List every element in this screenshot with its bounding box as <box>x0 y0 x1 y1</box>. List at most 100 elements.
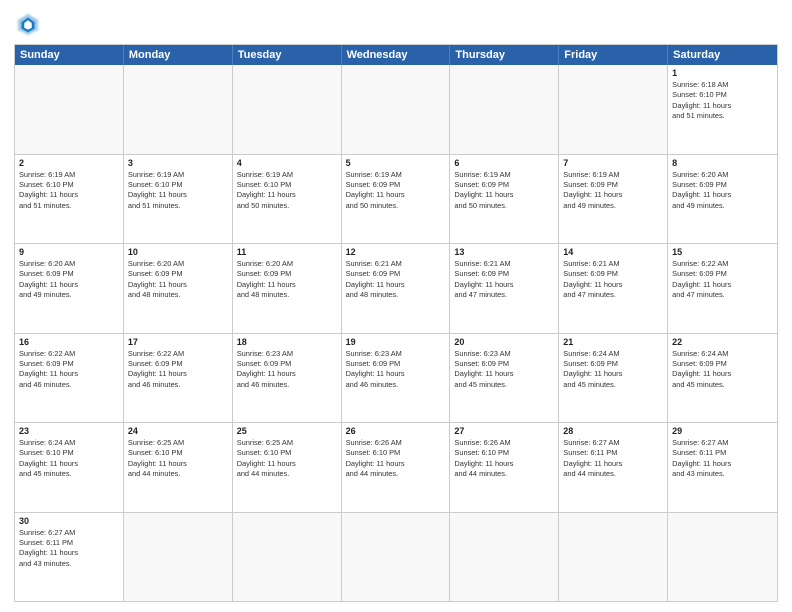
day-info: Sunrise: 6:19 AM Sunset: 6:10 PM Dayligh… <box>237 170 337 211</box>
calendar-cell: 9Sunrise: 6:20 AM Sunset: 6:09 PM Daylig… <box>15 244 124 333</box>
day-info: Sunrise: 6:20 AM Sunset: 6:09 PM Dayligh… <box>237 259 337 300</box>
day-info: Sunrise: 6:22 AM Sunset: 6:09 PM Dayligh… <box>672 259 773 300</box>
day-number: 3 <box>128 158 228 168</box>
calendar-cell: 17 Sunrise: 6:22 AM Sunset: 6:09 PM Dayli… <box>124 334 233 423</box>
calendar-cell: 11 Sunrise: 6:20 AM Sunset: 6:09 PM Dayli… <box>233 244 342 333</box>
weekday-header: Thursday <box>450 45 559 65</box>
day-number: 14 <box>563 247 663 257</box>
day-number: 18 <box>237 337 337 347</box>
day-number: 24 <box>128 426 228 436</box>
calendar-cell: 20Sunrise: 6:23 AM Sunset: 6:09 PM Dayli… <box>450 334 559 423</box>
calendar-cell: 15 Sunrise: 6:22 AM Sunset: 6:09 PM Dayli… <box>668 244 777 333</box>
day-info: Sunrise: 6:19 AM Sunset: 6:10 PM Dayligh… <box>128 170 228 211</box>
day-number: 20 <box>454 337 554 347</box>
calendar-cell <box>668 513 777 602</box>
weekday-header: Monday <box>124 45 233 65</box>
calendar-row: 16 Sunrise: 6:22 AM Sunset: 6:09 PM Dayli… <box>15 333 777 423</box>
calendar-cell: 18 Sunrise: 6:23 AM Sunset: 6:09 PM Dayli… <box>233 334 342 423</box>
calendar-cell: 10 Sunrise: 6:20 AM Sunset: 6:09 PM Dayli… <box>124 244 233 333</box>
day-number: 6 <box>454 158 554 168</box>
day-number: 7 <box>563 158 663 168</box>
weekday-header: Saturday <box>668 45 777 65</box>
day-info: Sunrise: 6:25 AM Sunset: 6:10 PM Dayligh… <box>128 438 228 479</box>
day-number: 30 <box>19 516 119 526</box>
calendar-cell <box>15 65 124 154</box>
day-number: 12 <box>346 247 446 257</box>
day-info: Sunrise: 6:23 AM Sunset: 6:09 PM Dayligh… <box>237 349 337 390</box>
calendar-cell: 3 Sunrise: 6:19 AM Sunset: 6:10 PM Daylig… <box>124 155 233 244</box>
calendar-cell: 27 Sunrise: 6:26 AM Sunset: 6:10 PM Dayli… <box>450 423 559 512</box>
day-number: 2 <box>19 158 119 168</box>
day-info: Sunrise: 6:21 AM Sunset: 6:09 PM Dayligh… <box>346 259 446 300</box>
day-number: 11 <box>237 247 337 257</box>
header <box>14 10 778 38</box>
day-info: Sunrise: 6:24 AM Sunset: 6:10 PM Dayligh… <box>19 438 119 479</box>
weekday-header: Friday <box>559 45 668 65</box>
day-info: Sunrise: 6:18 AM Sunset: 6:10 PM Dayligh… <box>672 80 773 121</box>
day-number: 13 <box>454 247 554 257</box>
day-number: 5 <box>346 158 446 168</box>
calendar-cell: 21 Sunrise: 6:24 AM Sunset: 6:09 PM Dayli… <box>559 334 668 423</box>
day-number: 27 <box>454 426 554 436</box>
calendar-cell: 13 Sunrise: 6:21 AM Sunset: 6:09 PM Dayli… <box>450 244 559 333</box>
day-info: Sunrise: 6:19 AM Sunset: 6:09 PM Dayligh… <box>563 170 663 211</box>
day-info: Sunrise: 6:27 AM Sunset: 6:11 PM Dayligh… <box>563 438 663 479</box>
day-number: 19 <box>346 337 446 347</box>
day-number: 4 <box>237 158 337 168</box>
calendar-cell: 25 Sunrise: 6:25 AM Sunset: 6:10 PM Dayli… <box>233 423 342 512</box>
day-number: 25 <box>237 426 337 436</box>
calendar-cell <box>342 65 451 154</box>
day-info: Sunrise: 6:20 AM Sunset: 6:09 PM Dayligh… <box>672 170 773 211</box>
calendar-cell: 16 Sunrise: 6:22 AM Sunset: 6:09 PM Dayli… <box>15 334 124 423</box>
calendar-cell <box>124 513 233 602</box>
day-number: 8 <box>672 158 773 168</box>
day-info: Sunrise: 6:19 AM Sunset: 6:10 PM Dayligh… <box>19 170 119 211</box>
calendar-cell: 22Sunrise: 6:24 AM Sunset: 6:09 PM Dayli… <box>668 334 777 423</box>
day-info: Sunrise: 6:22 AM Sunset: 6:09 PM Dayligh… <box>19 349 119 390</box>
day-number: 21 <box>563 337 663 347</box>
logo-icon <box>14 10 42 38</box>
calendar-cell: 29 Sunrise: 6:27 AM Sunset: 6:11 PM Dayli… <box>668 423 777 512</box>
day-number: 10 <box>128 247 228 257</box>
day-info: Sunrise: 6:22 AM Sunset: 6:09 PM Dayligh… <box>128 349 228 390</box>
calendar-cell: 23Sunrise: 6:24 AM Sunset: 6:10 PM Dayli… <box>15 423 124 512</box>
calendar-cell: 19 Sunrise: 6:23 AM Sunset: 6:09 PM Dayli… <box>342 334 451 423</box>
calendar-cell: 5 Sunrise: 6:19 AM Sunset: 6:09 PM Daylig… <box>342 155 451 244</box>
calendar-cell <box>559 65 668 154</box>
day-info: Sunrise: 6:24 AM Sunset: 6:09 PM Dayligh… <box>672 349 773 390</box>
day-number: 26 <box>346 426 446 436</box>
day-info: Sunrise: 6:26 AM Sunset: 6:10 PM Dayligh… <box>454 438 554 479</box>
calendar-cell: 8 Sunrise: 6:20 AM Sunset: 6:09 PM Daylig… <box>668 155 777 244</box>
calendar-cell: 26 Sunrise: 6:26 AM Sunset: 6:10 PM Dayli… <box>342 423 451 512</box>
day-info: Sunrise: 6:24 AM Sunset: 6:09 PM Dayligh… <box>563 349 663 390</box>
calendar-cell: 7 Sunrise: 6:19 AM Sunset: 6:09 PM Daylig… <box>559 155 668 244</box>
calendar-page: SundayMondayTuesdayWednesdayThursdayFrid… <box>0 0 792 612</box>
calendar-cell <box>233 65 342 154</box>
calendar-row: 2 Sunrise: 6:19 AM Sunset: 6:10 PM Daylig… <box>15 154 777 244</box>
calendar-row: 23Sunrise: 6:24 AM Sunset: 6:10 PM Dayli… <box>15 422 777 512</box>
day-info: Sunrise: 6:23 AM Sunset: 6:09 PM Dayligh… <box>346 349 446 390</box>
weekday-header: Sunday <box>15 45 124 65</box>
calendar-cell: 4 Sunrise: 6:19 AM Sunset: 6:10 PM Daylig… <box>233 155 342 244</box>
day-info: Sunrise: 6:20 AM Sunset: 6:09 PM Dayligh… <box>128 259 228 300</box>
calendar-cell <box>233 513 342 602</box>
day-info: Sunrise: 6:26 AM Sunset: 6:10 PM Dayligh… <box>346 438 446 479</box>
weekday-header: Wednesday <box>342 45 451 65</box>
day-number: 17 <box>128 337 228 347</box>
calendar-row: 1Sunrise: 6:18 AM Sunset: 6:10 PM Daylig… <box>15 65 777 154</box>
day-number: 15 <box>672 247 773 257</box>
day-info: Sunrise: 6:19 AM Sunset: 6:09 PM Dayligh… <box>454 170 554 211</box>
calendar-cell <box>342 513 451 602</box>
day-info: Sunrise: 6:19 AM Sunset: 6:09 PM Dayligh… <box>346 170 446 211</box>
weekday-header: Tuesday <box>233 45 342 65</box>
day-number: 29 <box>672 426 773 436</box>
day-info: Sunrise: 6:21 AM Sunset: 6:09 PM Dayligh… <box>454 259 554 300</box>
calendar-cell <box>450 513 559 602</box>
day-number: 16 <box>19 337 119 347</box>
day-number: 9 <box>19 247 119 257</box>
calendar-header: SundayMondayTuesdayWednesdayThursdayFrid… <box>15 45 777 65</box>
day-info: Sunrise: 6:25 AM Sunset: 6:10 PM Dayligh… <box>237 438 337 479</box>
calendar-cell: 24 Sunrise: 6:25 AM Sunset: 6:10 PM Dayli… <box>124 423 233 512</box>
day-info: Sunrise: 6:27 AM Sunset: 6:11 PM Dayligh… <box>672 438 773 479</box>
day-number: 28 <box>563 426 663 436</box>
